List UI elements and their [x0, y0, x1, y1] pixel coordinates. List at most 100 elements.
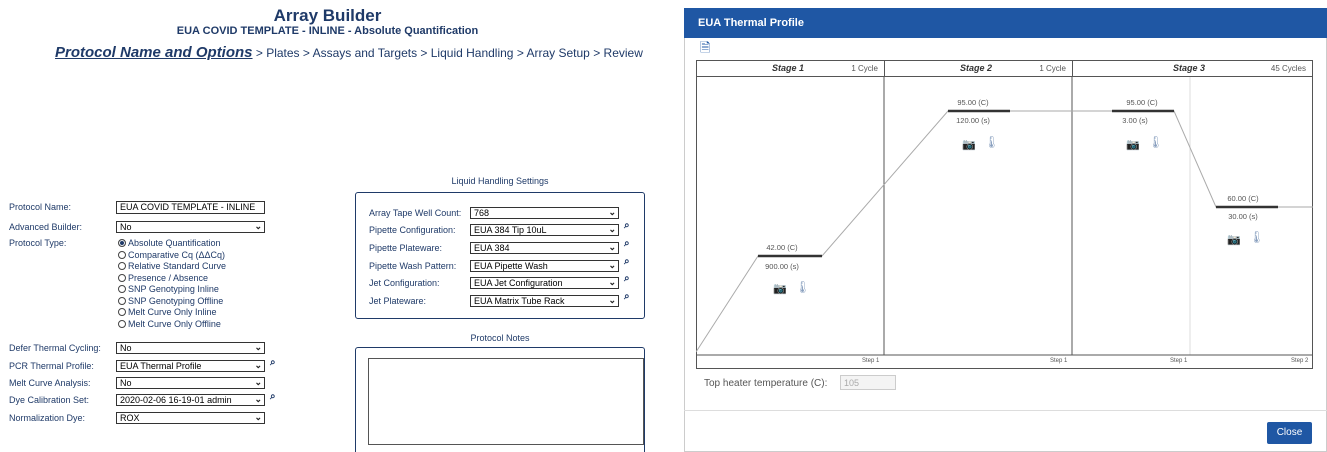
radio-label: Relative Standard Curve: [128, 261, 227, 271]
tape-label: Array Tape Well Count:: [369, 208, 462, 218]
radio-label: Absolute Quantification: [128, 238, 221, 248]
melt-value: No: [120, 378, 132, 388]
chevron-down-icon: ⌄: [608, 242, 616, 252]
binoculars-icon[interactable]: ⌕: [270, 391, 276, 402]
wash-select[interactable]: EUA Pipette Wash ⌄: [470, 260, 619, 272]
pcr-profile-label: PCR Thermal Profile:: [9, 361, 94, 371]
radio-icon: [118, 285, 126, 293]
binoculars-icon[interactable]: ⌕: [624, 273, 630, 284]
step-label: Step 1: [862, 358, 880, 364]
tape-value: 768: [474, 208, 490, 218]
top-heater-input[interactable]: 105: [840, 375, 896, 390]
defer-value: No: [120, 343, 132, 353]
breadcrumb-active[interactable]: Protocol Name and Options: [55, 44, 253, 61]
page-title: Array Builder: [273, 6, 382, 25]
page-subtitle: EUA COVID TEMPLATE - INLINE - Absolute Q…: [176, 25, 479, 37]
tape-select[interactable]: 768 ⌄: [470, 207, 619, 219]
binoculars-icon[interactable]: ⌕: [624, 291, 630, 302]
breadcrumb-rest: > Plates > Assays and Targets > Liquid H…: [252, 46, 643, 60]
protocol-type-label: Protocol Type:: [9, 238, 67, 248]
binoculars-icon[interactable]: ⌕: [624, 220, 630, 231]
chevron-down-icon: ⌄: [254, 342, 262, 352]
close-button[interactable]: Close: [1267, 422, 1312, 444]
pcr-profile-value: EUA Thermal Profile: [120, 361, 202, 371]
document-icon[interactable]: 🗎: [700, 39, 710, 61]
pipette-plate-select[interactable]: EUA 384 ⌄: [470, 242, 619, 254]
radio-icon: [118, 308, 126, 316]
radio-icon: [118, 273, 126, 282]
defer-select[interactable]: No ⌄: [116, 342, 265, 354]
radio-label: Melt Curve Only Inline: [128, 307, 217, 317]
step-time[interactable]: 3.00 (s): [1105, 116, 1165, 125]
jet-config-select[interactable]: EUA Jet Configuration ⌄: [470, 277, 619, 289]
camera-icon[interactable]: 📷: [1126, 138, 1140, 151]
radio-icon: [118, 319, 126, 328]
step-label: Step 2: [1291, 358, 1309, 364]
pcr-profile-select[interactable]: EUA Thermal Profile ⌄: [116, 360, 265, 372]
radio-label: Presence / Absence: [128, 272, 209, 283]
liquid-handling-title: Liquid Handling Settings: [451, 176, 549, 186]
binoculars-icon[interactable]: ⌕: [624, 238, 630, 249]
radio-absolute-quant[interactable]: Absolute Quantification: [118, 238, 226, 250]
protocol-type-radio-group: Absolute Quantification Comparative Cq (…: [118, 238, 226, 330]
breadcrumb: Protocol Name and Options > Plates > Ass…: [55, 44, 643, 61]
chevron-down-icon: ⌄: [608, 277, 616, 287]
defer-label: Defer Thermal Cycling:: [9, 343, 101, 353]
wash-label: Pipette Wash Pattern:: [369, 261, 457, 271]
step-temp[interactable]: 95.00 (C): [943, 98, 1003, 107]
jet-plate-value: EUA Matrix Tube Rack: [474, 296, 565, 306]
wash-value: EUA Pipette Wash: [474, 261, 548, 271]
radio-icon: [118, 262, 126, 270]
melt-select[interactable]: No ⌄: [116, 377, 265, 389]
thermometer-icon[interactable]: 🌡: [1148, 135, 1163, 149]
radio-icon: [118, 296, 126, 305]
camera-icon[interactable]: 📷: [962, 138, 976, 151]
norm-dye-value: ROX: [120, 413, 140, 423]
radio-relative-standard[interactable]: Relative Standard Curve: [118, 261, 226, 273]
pipette-config-select[interactable]: EUA 384 Tip 10uL ⌄: [470, 224, 619, 236]
camera-icon[interactable]: 📷: [1227, 233, 1241, 246]
camera-icon[interactable]: 📷: [773, 282, 787, 295]
radio-snp-offline[interactable]: SNP Genotyping Offline: [118, 296, 226, 308]
chevron-down-icon: ⌄: [254, 394, 262, 404]
thermometer-icon[interactable]: 🌡: [984, 135, 999, 149]
jet-plate-label: Jet Plateware:: [369, 296, 427, 306]
pipette-plate-value: EUA 384: [474, 243, 510, 253]
radio-selected-icon: [118, 239, 126, 247]
thermometer-icon[interactable]: 🌡: [795, 280, 810, 294]
step-time[interactable]: 900.00 (s): [752, 262, 812, 271]
radio-snp-inline[interactable]: SNP Genotyping Inline: [118, 284, 226, 296]
dialog-divider: [684, 410, 1327, 411]
step-time[interactable]: 30.00 (s): [1213, 212, 1273, 221]
thermometer-icon[interactable]: 🌡: [1249, 230, 1264, 244]
jet-config-value: EUA Jet Configuration: [474, 278, 563, 288]
radio-comparative-cq[interactable]: Comparative Cq (ΔΔCq): [118, 250, 226, 262]
chevron-down-icon: ⌄: [254, 412, 262, 422]
chevron-down-icon: ⌄: [254, 221, 262, 231]
pipette-config-label: Pipette Configuration:: [369, 225, 456, 235]
radio-presence-absence[interactable]: Presence / Absence: [118, 273, 226, 285]
dialog-title: EUA Thermal Profile: [684, 8, 1327, 38]
top-heater-label: Top heater temperature (C):: [704, 378, 828, 389]
advanced-builder-select[interactable]: No ⌄: [116, 221, 265, 233]
advanced-builder-label: Advanced Builder:: [9, 222, 83, 232]
dye-cal-value: 2020-02-06 16-19-01 admin: [120, 395, 232, 405]
binoculars-icon[interactable]: ⌕: [624, 256, 630, 267]
step-temp[interactable]: 42.00 (C): [752, 243, 812, 252]
norm-dye-select[interactable]: ROX ⌄: [116, 412, 265, 424]
dye-cal-select[interactable]: 2020-02-06 16-19-01 admin ⌄: [116, 394, 265, 406]
jet-plate-select[interactable]: EUA Matrix Tube Rack ⌄: [470, 295, 619, 307]
step-time[interactable]: 120.00 (s): [943, 116, 1003, 125]
chevron-down-icon: ⌄: [254, 377, 262, 387]
radio-melt-inline[interactable]: Melt Curve Only Inline: [118, 307, 226, 319]
binoculars-icon[interactable]: ⌕: [270, 357, 276, 368]
chevron-down-icon: ⌄: [608, 260, 616, 270]
pipette-plate-label: Pipette Plateware:: [369, 243, 443, 253]
step-temp[interactable]: 95.00 (C): [1112, 98, 1172, 107]
chevron-down-icon: ⌄: [608, 224, 616, 234]
protocol-name-input[interactable]: EUA COVID TEMPLATE - INLINE: [116, 201, 265, 214]
protocol-notes-textarea[interactable]: [368, 358, 644, 445]
protocol-notes-title: Protocol Notes: [470, 333, 530, 343]
step-temp[interactable]: 60.00 (C): [1213, 194, 1273, 203]
radio-melt-offline[interactable]: Melt Curve Only Offline: [118, 319, 226, 331]
